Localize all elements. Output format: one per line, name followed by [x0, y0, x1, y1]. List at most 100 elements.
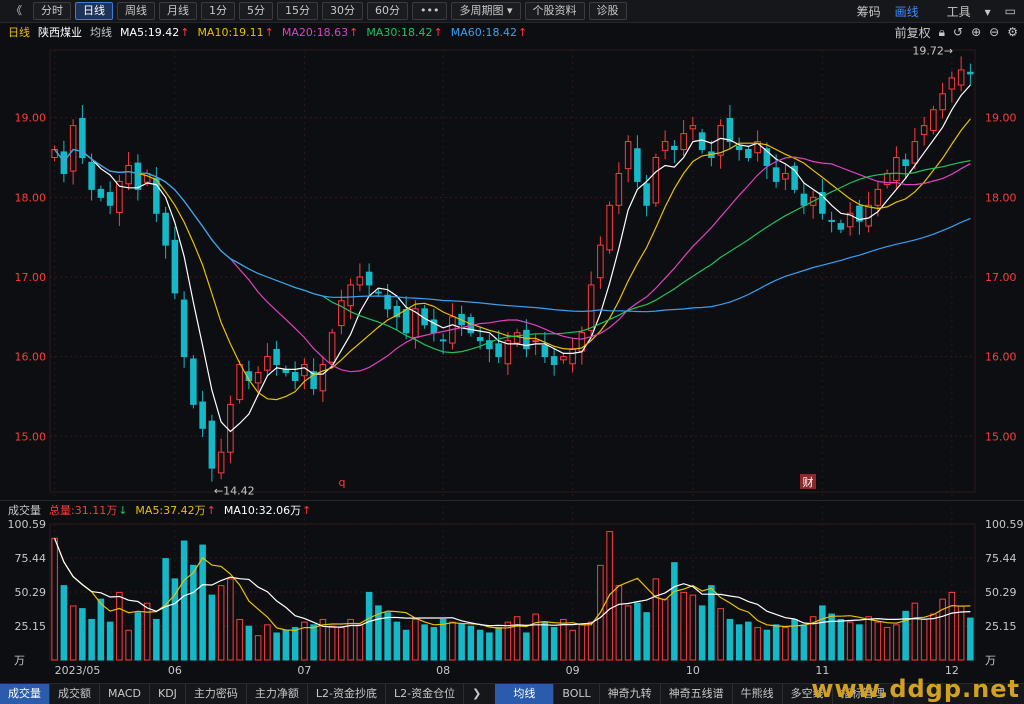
- watermark: www.ddgp.net: [811, 675, 1020, 703]
- more-button[interactable]: •••: [412, 2, 448, 20]
- candle-body: [930, 109, 937, 131]
- settings-icon[interactable]: ⚙: [1007, 25, 1018, 39]
- back-icon[interactable]: 《: [4, 3, 29, 19]
- ma20-line: [54, 148, 971, 373]
- x-tick-label: 2023/05: [55, 664, 101, 677]
- tab-macd[interactable]: MACD: [100, 684, 150, 704]
- tab-fenshi[interactable]: 分时: [33, 2, 71, 20]
- candle-body: [69, 125, 77, 172]
- volume-bar: [60, 585, 68, 661]
- x-tick-label: 08: [436, 664, 450, 677]
- volume-bar: [893, 624, 900, 661]
- tab-daily[interactable]: 日线: [75, 2, 113, 20]
- zoom-out-icon[interactable]: ⊖: [989, 25, 999, 39]
- chart-canvas[interactable]: 19.00 19.00 18.00 18.00 17.00 17.00 16.00 16.00…: [0, 42, 1024, 682]
- volume-bar: [365, 591, 373, 661]
- volume-unit-left: 万: [14, 654, 25, 667]
- candle-body: [532, 340, 539, 343]
- candle-body: [671, 145, 678, 151]
- lock-icon[interactable]: 🔒︎: [939, 25, 945, 40]
- volume-bar: [624, 605, 632, 661]
- tab-weekly[interactable]: 周线: [117, 2, 155, 20]
- tab-monthly[interactable]: 月线: [159, 2, 197, 20]
- volume-bar: [643, 612, 650, 661]
- candle-body: [88, 161, 95, 190]
- volume-bar: [467, 625, 475, 661]
- multi-period-dropdown[interactable]: 多周期图 ▾: [451, 2, 521, 20]
- volume-tick-label-left: 25.15: [15, 620, 47, 633]
- avg-label[interactable]: 均线: [90, 24, 112, 40]
- candle-body: [550, 356, 558, 366]
- volume-bar: [689, 594, 697, 661]
- candle-body: [106, 192, 114, 206]
- volume-bar: [190, 564, 197, 661]
- volume-bar: [708, 585, 715, 661]
- tab-magic-five[interactable]: 神奇五线谱: [661, 684, 733, 704]
- candle-body: [217, 451, 225, 474]
- tab-15min[interactable]: 15分: [277, 2, 318, 20]
- volume-ma10: MA10:32.06万: [223, 504, 302, 517]
- tab-kdj[interactable]: KDJ: [150, 684, 186, 704]
- price-tick-label-right: 17.00: [985, 271, 1017, 284]
- restore-icon[interactable]: ▭: [1005, 4, 1016, 18]
- volume-bar: [967, 617, 974, 661]
- volume-bar: [402, 629, 410, 661]
- tab-5min[interactable]: 5分: [239, 2, 273, 20]
- adjust-dropdown[interactable]: 前复权: [895, 24, 931, 41]
- volume-bar: [356, 624, 364, 661]
- volume-info-bar: 成交量 总量:31.11万 ↓ MA5:37.42万 ↑ MA10:32.06万 ↑: [0, 500, 1024, 519]
- price-frame: [49, 49, 976, 493]
- tab-magic-nine[interactable]: 神奇九转: [600, 684, 661, 704]
- candle-body: [199, 401, 206, 429]
- volume-bar: [79, 608, 86, 661]
- candle-body: [569, 348, 576, 365]
- volume-bar: [541, 621, 549, 661]
- undo-icon[interactable]: ↺: [953, 25, 963, 39]
- tab-main-net[interactable]: 主力净额: [247, 684, 308, 704]
- diagnose-button[interactable]: 诊股: [588, 2, 627, 20]
- tab-turnover[interactable]: 成交额: [50, 684, 100, 704]
- tab-1min[interactable]: 1分: [201, 2, 235, 20]
- volume-bar: [486, 632, 493, 661]
- volume-bar: [837, 618, 845, 661]
- volume-bar: [930, 613, 937, 661]
- tab-l2-position[interactable]: L2-资金仓位: [386, 684, 465, 704]
- tab-volume[interactable]: 成交量: [0, 684, 50, 704]
- volume-bar: [911, 602, 919, 661]
- tab-boll[interactable]: BOLL: [554, 684, 600, 704]
- tab-30min[interactable]: 30分: [322, 2, 363, 20]
- candle-body: [338, 300, 345, 327]
- volume-bar: [920, 618, 928, 661]
- candle-body: [920, 125, 928, 135]
- volume-bar: [217, 585, 225, 661]
- tools-label: 工具: [946, 4, 971, 19]
- chevron-right-icon[interactable]: ❯: [464, 684, 489, 704]
- volume-bar: [291, 627, 299, 661]
- tab-ma[interactable]: 均线: [495, 684, 555, 704]
- volume-bar: [763, 629, 771, 661]
- chips-button[interactable]: 筹码: [857, 3, 881, 20]
- tab-l2-bottom[interactable]: L2-资金抄底: [308, 684, 387, 704]
- draw-button[interactable]: 画线: [895, 3, 919, 20]
- candle-body: [301, 364, 308, 377]
- volume-bar: [800, 624, 808, 661]
- volume-bar: [439, 618, 447, 661]
- price-tick-label-left: 15.00: [15, 430, 47, 443]
- candle-body: [254, 372, 262, 384]
- candle-body: [347, 284, 354, 307]
- tools-button[interactable]: 工具 ▾: [933, 3, 991, 20]
- stock-info-button[interactable]: 个股资料: [524, 2, 585, 20]
- zoom-in-icon[interactable]: ⊕: [971, 25, 981, 39]
- candle-body: [162, 212, 169, 246]
- candle-body: [726, 117, 734, 143]
- tab-main-code[interactable]: 主力密码: [186, 684, 247, 704]
- candle-body: [606, 204, 613, 251]
- volume-bar: [652, 578, 660, 661]
- tab-60min[interactable]: 60分: [367, 2, 408, 20]
- candle-body: [356, 276, 364, 286]
- candle-body: [291, 372, 299, 382]
- volume-tick-label-right: 100.59: [985, 518, 1024, 531]
- candle-body: [597, 244, 604, 279]
- candle-body: [495, 343, 502, 358]
- tab-bull-bear[interactable]: 牛熊线: [733, 684, 783, 704]
